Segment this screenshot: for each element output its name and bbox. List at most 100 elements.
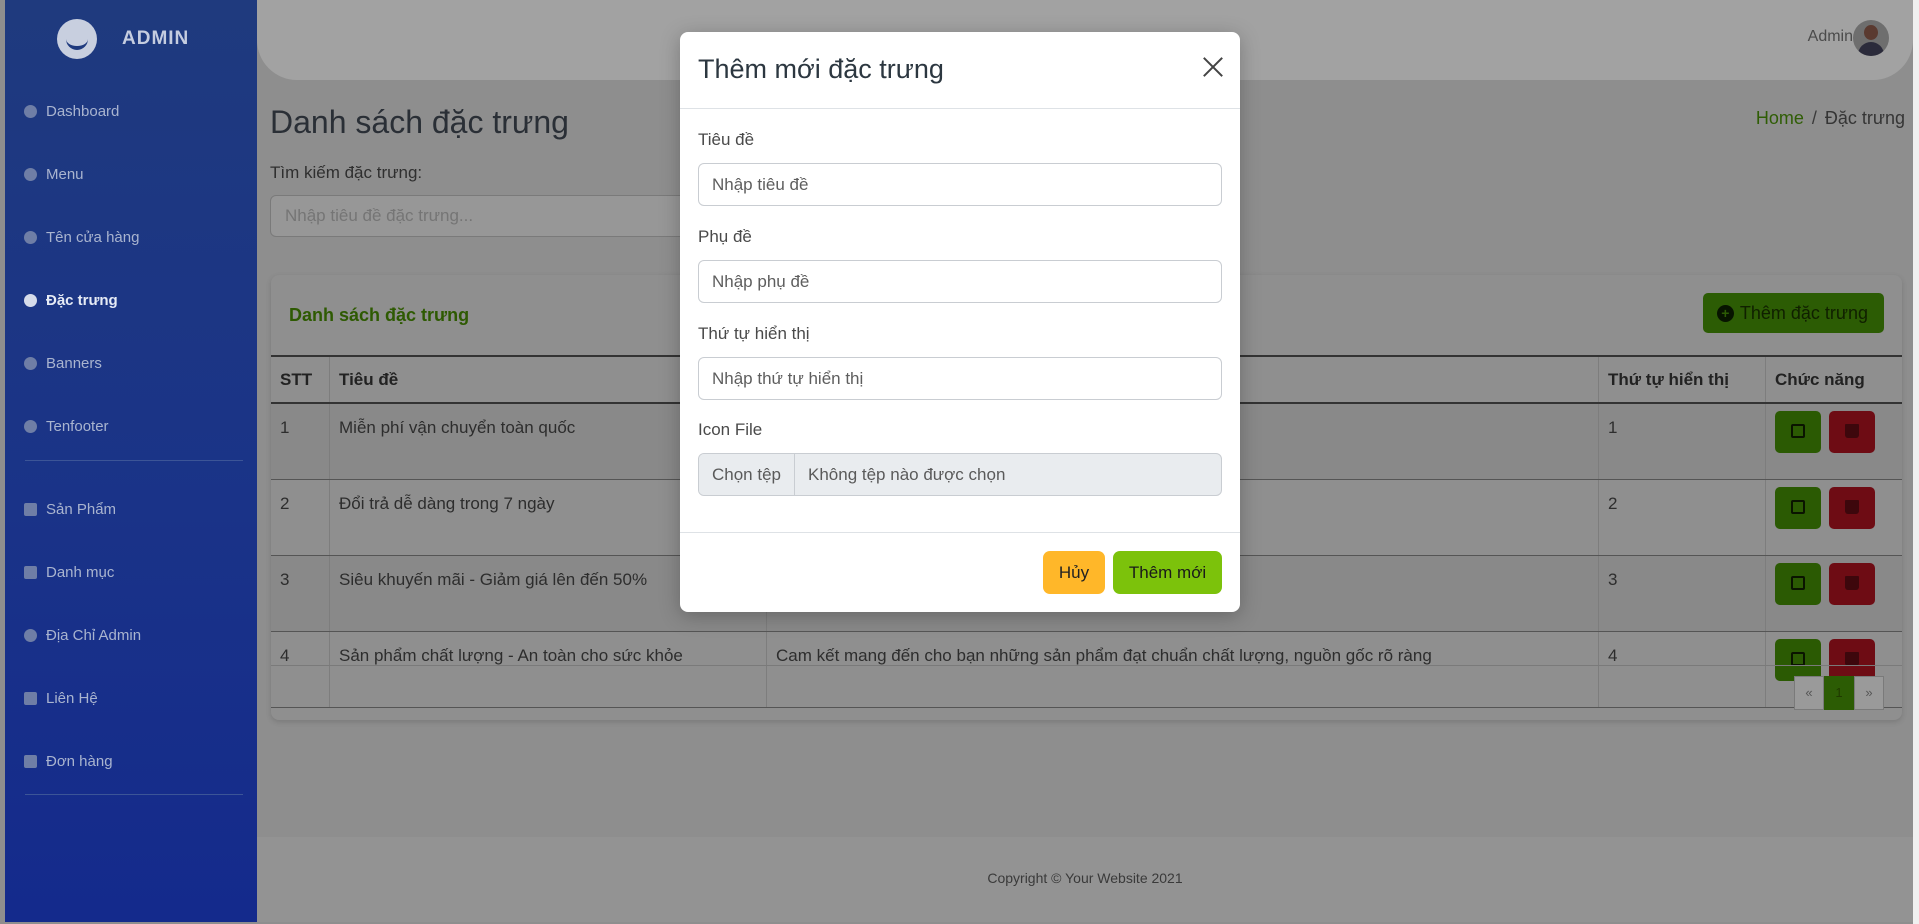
sidebar-item-label: Đơn hàng (46, 753, 113, 770)
dashboard-icon (24, 420, 37, 433)
edit-button[interactable] (1775, 411, 1821, 453)
delete-button[interactable] (1829, 639, 1875, 681)
cell-title: Sản phẩm chất lượng - An toàn cho sức kh… (329, 631, 767, 708)
cell-order: 1 (1598, 403, 1766, 480)
edit-button[interactable] (1775, 639, 1821, 681)
edit-icon (1791, 424, 1805, 438)
search-input[interactable] (270, 195, 690, 237)
search-label: Tìm kiếm đặc trưng: (270, 163, 423, 182)
edit-icon (1791, 652, 1805, 666)
delete-button[interactable] (1829, 563, 1875, 605)
cancel-button[interactable]: Hủy (1043, 551, 1105, 594)
sidebar-item-label: Địa Chỉ Admin (46, 627, 142, 644)
window-edge (1913, 0, 1919, 924)
table-row: 4 Sản phẩm chất lượng - An toàn cho sức … (271, 631, 1902, 708)
cell-stt: 1 (271, 403, 330, 480)
edit-button[interactable] (1775, 563, 1821, 605)
user-name[interactable]: Admin (1808, 28, 1853, 46)
icon-file-input[interactable]: Chọn tệp Không tệp nào được chọn (698, 453, 1222, 496)
add-feature-label: Thêm đặc trưng (1739, 302, 1868, 323)
column-header: Chức năng (1765, 355, 1902, 404)
cell-stt: 4 (271, 631, 330, 708)
modal-header-divider (680, 108, 1240, 109)
dashboard-icon (24, 168, 37, 181)
sidebar-item-products[interactable]: Sản Phẩm (24, 501, 116, 518)
trash-icon (1845, 652, 1859, 666)
title-input[interactable] (698, 163, 1222, 206)
sidebar-item-features[interactable]: Đặc trưng (24, 292, 118, 309)
id-card-icon (24, 755, 37, 768)
breadcrumb: Home / Đặc trưng (1756, 108, 1905, 129)
page-title: Danh sách đặc trưng (270, 104, 569, 140)
sidebar-item-banners[interactable]: Banners (24, 355, 102, 372)
icon-file-label: Icon File (698, 420, 763, 439)
sidebar-item-dashboard[interactable]: Dashboard (24, 103, 119, 120)
trash-icon (1845, 424, 1859, 438)
dashboard-icon (24, 294, 37, 307)
dashboard-icon (24, 105, 37, 118)
sidebar-item-label: Sản Phẩm (46, 501, 117, 518)
sidebar-divider (25, 794, 243, 795)
trash-icon (1845, 500, 1859, 514)
sidebar-item-orders[interactable]: Đơn hàng (24, 753, 113, 770)
sidebar-item-menu[interactable]: Menu (24, 166, 84, 183)
cell-actions (1765, 479, 1902, 556)
sidebar-item-store-name[interactable]: Tên cửa hàng (24, 229, 139, 246)
file-status: Không tệp nào được chọn (808, 465, 1006, 484)
modal-title: Thêm mới đặc trưng (698, 54, 944, 84)
sidebar: ADMIN Dashboard Menu Tên cửa hàng Đặc tr… (5, 0, 257, 922)
sidebar-item-admin-address[interactable]: Địa Chỉ Admin (24, 627, 141, 644)
cell-order: 4 (1598, 631, 1766, 708)
avatar[interactable] (1853, 20, 1889, 56)
dashboard-icon (24, 357, 37, 370)
envelope-icon (24, 692, 37, 705)
copyright-text: Copyright © Your Website 2021 (987, 870, 1183, 886)
pagination-prev[interactable]: « (1794, 676, 1824, 710)
column-header: STT (271, 355, 330, 404)
subtitle-input[interactable] (698, 260, 1222, 303)
cell-actions (1765, 555, 1902, 632)
add-feature-modal: Thêm mới đặc trưng Tiêu đề Phụ đề Thứ tự… (680, 32, 1240, 612)
column-header: Thứ tự hiển thị (1598, 355, 1766, 404)
breadcrumb-home-link[interactable]: Home (1756, 108, 1804, 128)
sidebar-item-categories[interactable]: Danh mục (24, 564, 114, 581)
add-feature-button[interactable]: + Thêm đặc trưng (1702, 293, 1884, 333)
sidebar-item-tenfooter[interactable]: Tenfooter (24, 418, 109, 435)
calendar-icon (24, 503, 37, 516)
sidebar-item-label: Đặc trưng (46, 292, 118, 309)
modal-footer-divider (680, 532, 1240, 533)
dashboard-icon (24, 231, 37, 244)
title-label: Tiêu đề (698, 130, 755, 149)
delete-button[interactable] (1829, 411, 1875, 453)
cell-order: 3 (1598, 555, 1766, 632)
map-pin-icon (24, 629, 37, 642)
order-label: Thứ tự hiển thị (698, 324, 810, 343)
sidebar-item-label: Dashboard (46, 103, 120, 120)
brand-name: ADMIN (122, 28, 190, 49)
submit-button[interactable]: Thêm mới (1113, 551, 1222, 594)
sidebar-item-contact[interactable]: Liên Hệ (24, 690, 98, 707)
trash-icon (1845, 576, 1859, 590)
footer: Copyright © Your Website 2021 (257, 837, 1913, 922)
plus-circle-icon: + (1716, 304, 1734, 322)
cell-stt: 3 (271, 555, 330, 632)
pagination-next[interactable]: » (1854, 676, 1884, 710)
pagination: « 1 » (1794, 676, 1884, 710)
delete-button[interactable] (1829, 487, 1875, 529)
edit-button[interactable] (1775, 487, 1821, 529)
edit-icon (1791, 500, 1805, 514)
edit-icon (1791, 576, 1805, 590)
card-divider (271, 665, 1902, 666)
sidebar-item-label: Danh mục (46, 564, 115, 581)
cell-actions (1765, 403, 1902, 480)
close-icon[interactable] (1200, 54, 1226, 80)
breadcrumb-separator: / (1811, 108, 1817, 128)
smile-logo-icon (57, 19, 97, 59)
choose-file-button[interactable]: Chọn tệp (699, 454, 795, 495)
pagination-page[interactable]: 1 (1824, 676, 1854, 710)
cell-order: 2 (1598, 479, 1766, 556)
subtitle-label: Phụ đề (698, 227, 752, 246)
order-input[interactable] (698, 357, 1222, 400)
brand[interactable]: ADMIN (57, 14, 189, 64)
sidebar-item-label: Banners (46, 355, 102, 372)
